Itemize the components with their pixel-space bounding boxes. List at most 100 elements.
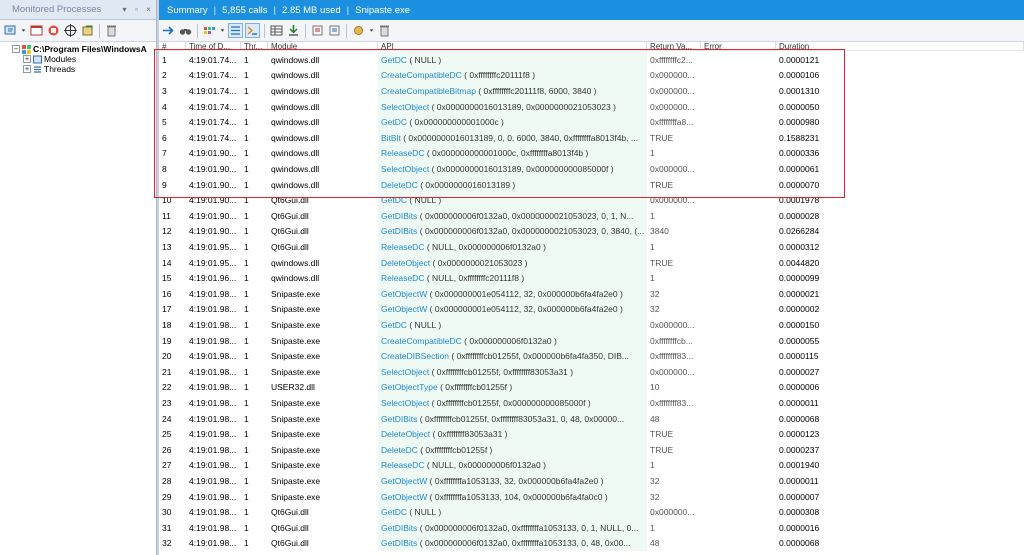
col-header-api[interactable]: API: [378, 42, 647, 50]
api-function-name[interactable]: GetDIBits: [381, 226, 417, 236]
api-function-name[interactable]: DeleteDC: [381, 180, 418, 190]
col-header-duration[interactable]: Duration: [776, 42, 1024, 50]
api-function-name[interactable]: ReleaseDC: [381, 460, 424, 470]
cell-api[interactable]: DeleteDC ( 0xffffffffcb01255f ): [378, 442, 647, 458]
cell-api[interactable]: BitBlt ( 0x0000000016013189, 0, 0, 6000,…: [378, 130, 647, 146]
panel-close-icon[interactable]: ×: [144, 5, 153, 14]
api-function-name[interactable]: GetObjectW: [381, 476, 427, 486]
api-function-name[interactable]: SelectObject: [381, 398, 429, 408]
table-row[interactable]: 29 4:19:01.98... 1 Snipaste.exe GetObjectW (…: [159, 488, 1024, 505]
table-row[interactable]: 10 4:19:01.90... 1 Qt6Gui.dll GetDC ( NULL )…: [159, 192, 1024, 208]
api-function-name[interactable]: GetDC: [381, 55, 407, 65]
table-row[interactable]: 28 4:19:01.98... 1 Snipaste.exe GetObjectW (…: [159, 473, 1024, 489]
expand-icon[interactable]: +: [23, 55, 31, 63]
expand-icon[interactable]: +: [23, 65, 31, 73]
cell-api[interactable]: GetDIBits ( 0x000000006f0132a0, 0x000000…: [378, 223, 647, 240]
api-function-name[interactable]: GetDC: [381, 195, 407, 205]
view-toggle-icon[interactable]: [228, 23, 243, 38]
table-icon[interactable]: [269, 23, 284, 38]
api-function-name[interactable]: SelectObject: [381, 164, 429, 174]
table-row[interactable]: 17 4:19:01.98... 1 Snipaste.exe GetObjectW (…: [159, 301, 1024, 318]
api-function-name[interactable]: DeleteDC: [381, 445, 418, 455]
table-row[interactable]: 25 4:19:01.98... 1 Snipaste.exe DeleteObject…: [159, 426, 1024, 442]
api-function-name[interactable]: BitBlt: [381, 133, 401, 143]
cell-api[interactable]: CreateDIBSection ( 0xffffffffcb01255f, 0…: [378, 348, 647, 364]
cell-api[interactable]: SelectObject ( 0xffffffffcb01255f, 0x000…: [378, 395, 647, 411]
api-function-name[interactable]: GetObjectW: [381, 492, 427, 502]
cell-api[interactable]: DeleteDC ( 0x0000000016013189 ): [378, 176, 647, 193]
table-row[interactable]: 5 4:19:01.74... 1 qwindows.dll GetDC ( 0x000…: [159, 114, 1024, 130]
table-row[interactable]: 26 4:19:01.98... 1 Snipaste.exe DeleteDC ( 0…: [159, 442, 1024, 458]
cell-api[interactable]: GetObjectW ( 0xffffffffa1053133, 104, 0x…: [378, 488, 647, 505]
dropdown-icon[interactable]: [20, 23, 27, 38]
cell-api[interactable]: SelectObject ( 0xffffffffcb01255f, 0xfff…: [378, 364, 647, 380]
api-function-name[interactable]: GetDC: [381, 320, 407, 330]
cell-api[interactable]: GetDIBits ( 0x000000006f0132a0, 0xffffff…: [378, 520, 647, 536]
record-icon[interactable]: [351, 23, 366, 38]
summary-tab[interactable]: Summary: [161, 5, 214, 16]
cell-api[interactable]: GetDC ( NULL ): [378, 192, 647, 208]
cell-api[interactable]: SelectObject ( 0x0000000016013189, 0x000…: [378, 98, 647, 115]
delete-icon[interactable]: [377, 23, 392, 38]
table-row[interactable]: 8 4:19:01.90... 1 qwindows.dll SelectObject …: [159, 161, 1024, 177]
table-row[interactable]: 24 4:19:01.98... 1 Snipaste.exe GetDIBits ( …: [159, 410, 1024, 427]
delete-icon[interactable]: [104, 23, 119, 38]
tree-item-modules[interactable]: + Modules: [23, 54, 76, 64]
table-row[interactable]: 20 4:19:01.98... 1 Snipaste.exe CreateDIBSec…: [159, 348, 1024, 364]
table-row[interactable]: 13 4:19:01.95... 1 Qt6Gui.dll ReleaseDC ( NU…: [159, 239, 1024, 255]
table-row[interactable]: 7 4:19:01.90... 1 qwindows.dll ReleaseDC ( 0…: [159, 145, 1024, 162]
col-header-error[interactable]: Error: [701, 42, 776, 50]
cell-api[interactable]: DeleteObject ( 0x0000000021053023 ): [378, 254, 647, 271]
cell-api[interactable]: ReleaseDC ( NULL, 0x000000006f0132a0 ): [378, 457, 647, 474]
cell-api[interactable]: GetDC ( NULL ): [378, 504, 647, 520]
col-header-return[interactable]: Return Va...: [647, 42, 701, 50]
api-function-name[interactable]: GetObjectType: [381, 382, 438, 392]
api-function-name[interactable]: DeleteObject: [381, 258, 430, 268]
api-function-name[interactable]: ReleaseDC: [381, 273, 424, 283]
api-function-name[interactable]: GetDIBits: [381, 414, 417, 424]
api-function-name[interactable]: CreateDIBSection: [381, 351, 449, 361]
cell-api[interactable]: ReleaseDC ( 0x000000000001000c, 0xffffff…: [378, 145, 647, 162]
table-row[interactable]: 18 4:19:01.98... 1 Snipaste.exe GetDC ( NULL…: [159, 317, 1024, 333]
api-function-name[interactable]: GetDC: [381, 117, 407, 127]
chevron-down-icon[interactable]: [368, 23, 375, 38]
cell-api[interactable]: GetDIBits ( 0x000000006f0132a0, 0xffffff…: [378, 535, 647, 552]
api-function-name[interactable]: CreateCompatibleDC: [381, 70, 462, 80]
table-row[interactable]: 9 4:19:01.90... 1 qwindows.dll DeleteDC ( 0x…: [159, 176, 1024, 193]
palette-icon[interactable]: [202, 23, 217, 38]
table-row[interactable]: 12 4:19:01.90... 1 Qt6Gui.dll GetDIBits ( 0x…: [159, 223, 1024, 240]
stop-icon[interactable]: [46, 23, 61, 38]
api-function-name[interactable]: GetObjectW: [381, 304, 427, 314]
api-function-name[interactable]: GetObjectW: [381, 289, 427, 299]
table-row[interactable]: 27 4:19:01.98... 1 Snipaste.exe ReleaseDC ( …: [159, 457, 1024, 474]
api-function-name[interactable]: CreateCompatibleDC: [381, 336, 462, 346]
view-active-icon[interactable]: [245, 23, 260, 38]
api-function-name[interactable]: ReleaseDC: [381, 148, 424, 158]
table-row[interactable]: 11 4:19:01.90... 1 Qt6Gui.dll GetDIBits ( 0x…: [159, 208, 1024, 224]
cell-api[interactable]: GetDIBits ( 0x000000006f0132a0, 0x000000…: [378, 208, 647, 224]
tree-item-threads[interactable]: + Threads: [23, 64, 75, 74]
target-icon[interactable]: [63, 23, 78, 38]
cell-api[interactable]: CreateCompatibleDC ( 0xffffffffc20111f8 …: [378, 67, 647, 84]
api-function-name[interactable]: SelectObject: [381, 367, 429, 377]
cell-api[interactable]: GetObjectType ( 0xffffffffcb01255f ): [378, 379, 647, 396]
table-row[interactable]: 4 4:19:01.74... 1 qwindows.dll SelectObject …: [159, 98, 1024, 115]
chevron-down-icon[interactable]: [219, 23, 226, 38]
cell-api[interactable]: ReleaseDC ( NULL, 0x000000006f0132a0 ): [378, 239, 647, 255]
api-function-name[interactable]: ReleaseDC: [381, 242, 424, 252]
table-row[interactable]: 14 4:19:01.95... 1 qwindows.dll DeleteObject…: [159, 254, 1024, 271]
download-icon[interactable]: [286, 23, 301, 38]
cell-api[interactable]: CreateCompatibleBitmap ( 0xffffffffc2011…: [378, 83, 647, 99]
col-header-time[interactable]: Time of D...: [186, 42, 241, 50]
arrow-right-icon[interactable]: [161, 23, 176, 38]
cell-api[interactable]: GetDIBits ( 0xffffffffcb01255f, 0xffffff…: [378, 410, 647, 427]
table-row[interactable]: 15 4:19:01.96... 1 qwindows.dll ReleaseDC ( …: [159, 270, 1024, 286]
monitor-new-icon[interactable]: [3, 23, 18, 38]
cell-api[interactable]: GetDC ( NULL ): [378, 52, 647, 68]
table-row[interactable]: 21 4:19:01.98... 1 Snipaste.exe SelectObject…: [159, 364, 1024, 380]
api-function-name[interactable]: GetDIBits: [381, 523, 417, 533]
panel-menu-icon[interactable]: ▾: [120, 5, 129, 14]
window-icon[interactable]: [29, 23, 44, 38]
table-row[interactable]: 23 4:19:01.98... 1 Snipaste.exe SelectObject…: [159, 395, 1024, 411]
table-row[interactable]: 16 4:19:01.98... 1 Snipaste.exe GetObjectW (…: [159, 286, 1024, 302]
